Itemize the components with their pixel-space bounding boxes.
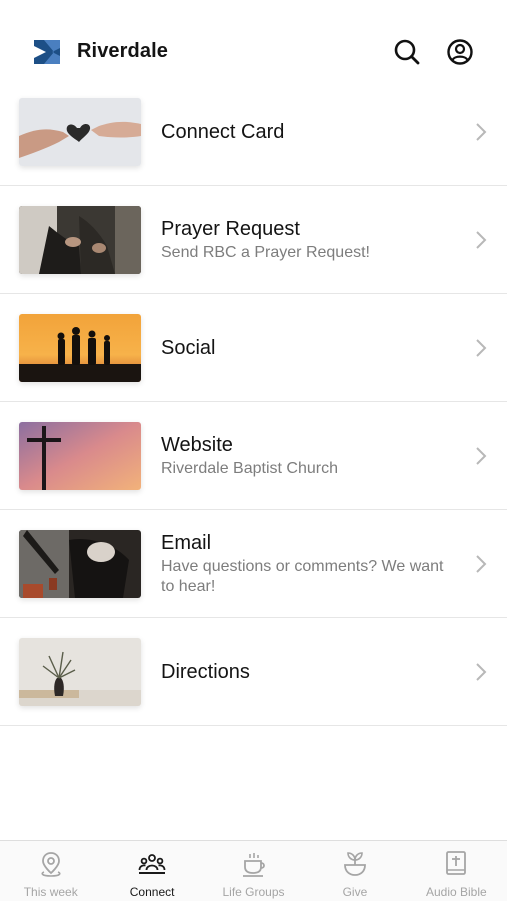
chevron-right-icon (476, 123, 487, 141)
tab-label: Connect (129, 885, 175, 899)
list-item-directions[interactable]: Directions (0, 618, 507, 726)
tab-label: Give (342, 885, 368, 899)
tab-connect[interactable]: Connect (101, 841, 202, 901)
tab-this-week[interactable]: This week (0, 841, 101, 901)
item-title: Email (161, 531, 212, 554)
item-title: Website (161, 433, 233, 456)
tab-label: This week (23, 885, 78, 899)
item-title: Directions (161, 660, 250, 683)
item-subtitle: Riverdale Baptist Church (161, 459, 338, 477)
vase-with-plant-image (19, 638, 141, 706)
coffee-cup-icon (242, 853, 265, 877)
item-subtitle: Send RBC a Prayer Request! (161, 243, 370, 261)
bottom-tab-bar: This week Connect Life Groups Give Audio… (0, 840, 507, 901)
plant-bowl-icon (344, 852, 366, 876)
item-title: Connect Card (161, 120, 285, 143)
tab-label: Life Groups (222, 885, 285, 899)
tab-audio-bible[interactable]: Audio Bible (406, 841, 507, 901)
connect-list: Connect Card Prayer Request Send RBC a P… (0, 78, 507, 726)
chevron-right-icon (476, 339, 487, 357)
list-item-connect-card[interactable]: Connect Card (0, 78, 507, 186)
list-item-social[interactable]: Social (0, 294, 507, 402)
tab-give[interactable]: Give (304, 841, 405, 901)
search-icon[interactable] (393, 38, 421, 66)
riverdale-logo-icon (34, 40, 60, 64)
tab-life-groups[interactable]: Life Groups (203, 841, 304, 901)
item-title: Prayer Request (161, 217, 300, 240)
chevron-right-icon (476, 447, 487, 465)
list-item-website[interactable]: Website Riverdale Baptist Church (0, 402, 507, 510)
person-with-coffee-image (19, 530, 141, 598)
chevron-right-icon (476, 231, 487, 249)
app-title: Riverdale (77, 40, 168, 62)
hands-holding-heart-image (19, 98, 141, 166)
list-item-email[interactable]: Email Have questions or comments? We wan… (0, 510, 507, 618)
item-title: Social (161, 336, 216, 359)
chevron-right-icon (476, 555, 487, 573)
list-item-prayer-request[interactable]: Prayer Request Send RBC a Prayer Request… (0, 186, 507, 294)
people-group-icon (138, 854, 166, 874)
chevron-right-icon (476, 663, 487, 681)
silhouettes-at-sunset-image (19, 314, 141, 382)
item-subtitle: Have questions or comments? We want to h… (161, 557, 444, 595)
bible-icon (446, 851, 467, 875)
map-pin-icon (41, 852, 61, 877)
tab-label: Audio Bible (425, 885, 487, 899)
account-circle-icon[interactable] (446, 38, 474, 66)
people-praying-image (19, 206, 141, 274)
cross-at-sunset-image (19, 422, 141, 490)
